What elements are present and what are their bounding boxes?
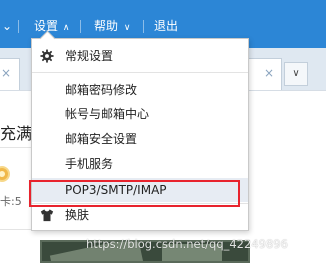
nav-separator [80,20,81,33]
menu-item-security-settings[interactable]: 邮箱安全设置 [32,127,248,151]
menu-item-mobile-service[interactable]: 手机服务 [32,152,248,176]
tab-close-icon[interactable]: × [1,66,11,80]
logout-link[interactable]: 退出 [154,18,178,34]
chevron-up-icon: ∧ [62,23,70,33]
settings-menu-button[interactable]: 设置 ∧ [34,18,69,36]
divider [0,229,34,230]
nav-separator [143,20,144,33]
menu-item-label: 常规设置 [65,49,114,63]
content-text-fragment: 充满 [0,124,33,143]
nav-separator [18,20,19,33]
annotation-highlight-box [29,180,240,207]
chevron-down-icon: ∨ [123,23,131,33]
left-menu-chevron-icon[interactable]: ⌄ [2,18,12,34]
menu-item-label: 邮箱安全设置 [65,132,138,146]
menu-item-change-password[interactable]: 邮箱密码修改 [32,78,248,102]
help-menu-button[interactable]: 帮助 ∨ [94,18,130,36]
watermark-text: https://blog.csdn.net/qq_42249896 [86,237,288,251]
help-label: 帮助 [94,19,119,33]
gear-icon [40,49,54,63]
menu-item-account-center[interactable]: 帐号与邮箱中心 [32,102,248,126]
menu-item-label: 帐号与邮箱中心 [65,107,150,121]
menu-item-label: 邮箱密码修改 [65,83,138,97]
divider [0,147,34,148]
count-text-fragment: 卡:5 [0,195,22,208]
tab-close-icon[interactable]: × [264,66,274,80]
menu-divider [32,72,248,73]
chevron-down-icon: ∨ [292,68,300,79]
tshirt-icon [40,209,54,222]
tab-list-dropdown-button[interactable]: ∨ [284,62,308,86]
menu-item-label: 手机服务 [65,157,114,171]
menu-item-general-settings[interactable]: 常规设置 [32,44,248,68]
